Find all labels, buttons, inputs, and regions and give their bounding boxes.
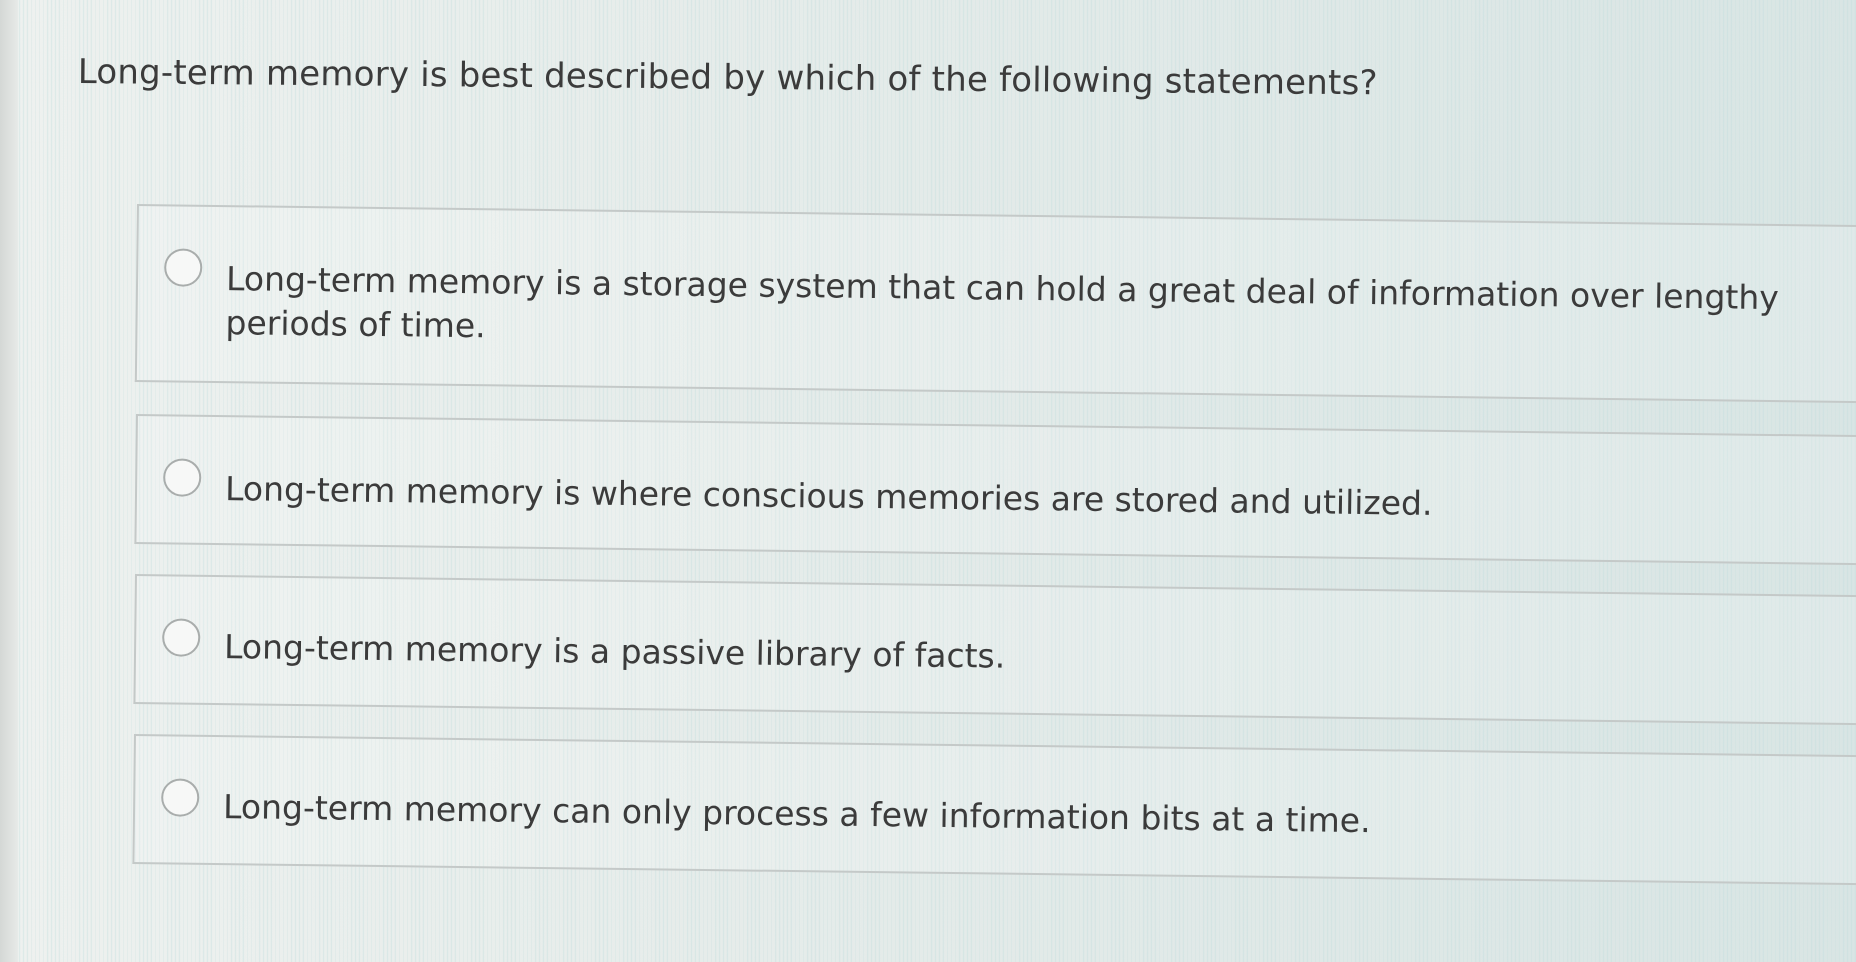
radio-button-icon[interactable]: [161, 618, 201, 657]
answer-option-label: Long-term memory can only process a few …: [222, 787, 1371, 841]
radio-button-icon[interactable]: [160, 778, 200, 817]
answer-option-2[interactable]: Long-term memory is where conscious memo…: [134, 414, 1856, 566]
radio-button-icon[interactable]: [162, 458, 202, 497]
answer-option-3[interactable]: Long-term memory is a passive library of…: [133, 574, 1856, 726]
answer-option-label: Long-term memory is a passive library of…: [223, 627, 1006, 676]
answer-option-label: Long-term memory is where conscious memo…: [224, 469, 1433, 523]
answer-option-1[interactable]: Long-term memory is a storage system tha…: [134, 204, 1856, 404]
answer-options: Long-term memory is a storage system tha…: [0, 0, 1856, 962]
answer-option-label: Long-term memory is a storage system tha…: [225, 259, 1780, 346]
answer-option-4[interactable]: Long-term memory can only process a few …: [132, 734, 1856, 886]
radio-button-icon[interactable]: [163, 248, 203, 287]
